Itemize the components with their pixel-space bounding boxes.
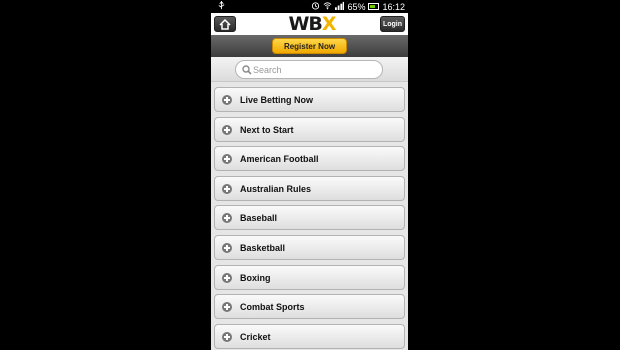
home-icon [219, 18, 231, 30]
menu-item[interactable]: Combat Sports [214, 294, 405, 320]
menu-item[interactable]: Cricket [214, 323, 405, 349]
app-header: WB X Login [211, 13, 408, 35]
menu-item-label: American Football [240, 154, 319, 165]
expand-plus-icon [222, 124, 232, 135]
menu-item-label: Next to Start [240, 124, 294, 135]
logo-x: X [321, 13, 337, 35]
menu-item-label: Cricket [240, 331, 271, 342]
clock: 16:12 [382, 1, 405, 12]
wbx-logo: WB X [279, 13, 345, 35]
menu-item-label: Australian Rules [240, 183, 312, 194]
menu-item[interactable]: Australian Rules [214, 175, 405, 201]
menu-item-label: Basketball [240, 243, 286, 253]
expand-plus-icon [222, 302, 232, 313]
menu-item[interactable]: Boxing [214, 264, 405, 290]
register-now-button[interactable]: Register Now [272, 38, 347, 54]
menu-item-label: Live Betting Now [240, 95, 314, 105]
menu-item-label: Baseball [240, 213, 278, 224]
alarm-icon [311, 1, 320, 12]
home-button[interactable] [214, 16, 236, 32]
expand-plus-icon [222, 183, 232, 194]
menu-item-label: Boxing [240, 272, 271, 283]
logo-text: WB [288, 13, 322, 35]
battery-percent: 65% [347, 1, 366, 12]
login-button[interactable]: Login [380, 16, 405, 32]
expand-plus-icon [222, 331, 232, 342]
expand-plus-icon [222, 154, 232, 165]
menu-item[interactable]: American Football [214, 146, 405, 172]
expand-plus-icon [222, 95, 232, 105]
menu-item[interactable]: Live Betting Now [214, 87, 405, 112]
wifi-icon [323, 1, 332, 12]
signal-icon [335, 1, 345, 12]
search-box[interactable] [235, 60, 383, 79]
menu-item-label: Combat Sports [240, 302, 305, 313]
search-input[interactable] [253, 62, 378, 77]
menu-item[interactable]: Basketball [214, 235, 405, 260]
register-band: Register Now [211, 35, 408, 57]
search-band [211, 57, 408, 82]
phone-screen: 65% 16:12 WBX Login Register Now Live Be… [211, 0, 408, 350]
expand-plus-icon [222, 243, 232, 253]
menu-item[interactable]: Next to Start [214, 116, 405, 142]
expand-plus-icon [222, 272, 232, 283]
search-icon [242, 65, 252, 75]
usb-icon [217, 1, 226, 12]
battery-icon [368, 3, 380, 10]
status-bar: 65% 16:12 [211, 0, 408, 13]
menu-item[interactable]: Baseball [214, 205, 405, 231]
expand-plus-icon [222, 213, 232, 224]
